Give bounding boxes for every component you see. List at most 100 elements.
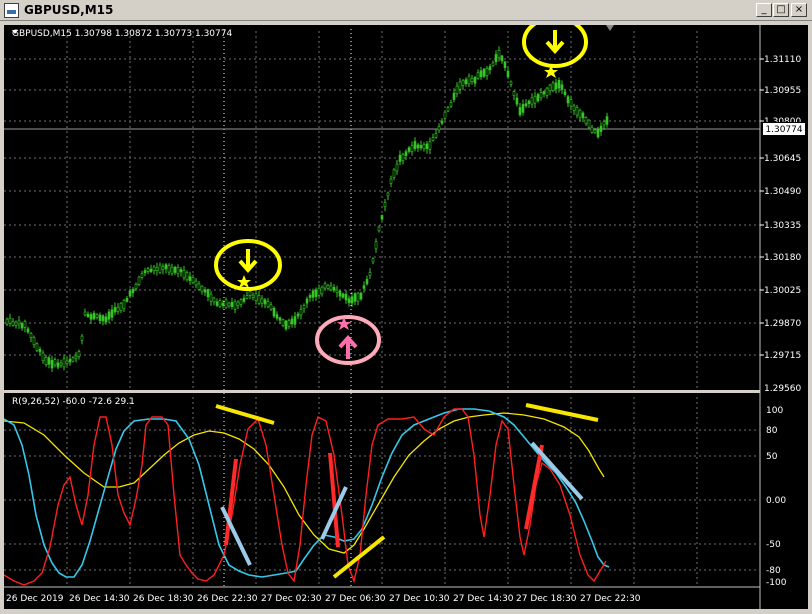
candle-body <box>140 273 144 278</box>
candle-body <box>299 309 303 316</box>
candle-body <box>563 91 567 95</box>
candle-body <box>371 258 375 263</box>
candle-body <box>494 54 498 63</box>
candle-body <box>431 137 435 141</box>
candle-body <box>17 320 21 325</box>
candle-body <box>326 285 330 289</box>
price-label: 1.29560 <box>764 384 801 394</box>
candle-body <box>35 343 39 351</box>
maximize-button[interactable]: □ <box>773 3 789 17</box>
candle-body <box>32 337 36 346</box>
candle-body <box>188 276 192 281</box>
candle-body <box>104 316 108 323</box>
signal-stroke <box>524 444 544 530</box>
candle-body <box>599 125 603 132</box>
candle-body <box>107 311 111 320</box>
candle-body <box>101 315 105 322</box>
candle-body <box>413 141 417 149</box>
indicator-label: 100 <box>766 406 783 416</box>
window-titlebar: GBPUSD,M15 _ □ × <box>0 0 812 21</box>
candle-body <box>407 147 411 152</box>
candle-body <box>566 96 570 104</box>
divergence-line <box>332 535 386 579</box>
candle-body <box>218 300 222 307</box>
candle-body <box>362 285 366 289</box>
chart-window-icon <box>4 3 19 18</box>
price-label: 1.30180 <box>764 253 801 263</box>
candle-body <box>251 294 255 298</box>
candle-body <box>473 77 477 84</box>
candle-body <box>50 359 54 369</box>
pane-separator[interactable] <box>4 390 760 393</box>
candle-body <box>203 289 207 293</box>
candle-body <box>500 55 504 62</box>
candle-body <box>113 307 117 313</box>
up-arrow-icon <box>338 334 358 359</box>
candle-body <box>434 133 438 138</box>
candle-body <box>467 75 471 85</box>
candle-body <box>248 291 252 296</box>
chart-header: GBPUSD,M15 1.30798 1.30872 1.30773 1.307… <box>12 29 232 39</box>
candle-body <box>74 355 78 359</box>
chart-shift-marker-icon[interactable] <box>606 25 614 31</box>
candle-body <box>437 125 441 131</box>
candle-body <box>23 321 27 328</box>
candle-body <box>92 312 96 320</box>
candle-body <box>71 357 75 362</box>
down-arrow-icon <box>238 249 258 274</box>
candle-body <box>65 360 69 365</box>
candle-body <box>587 119 591 128</box>
candle-body <box>512 91 516 96</box>
candle-body <box>464 79 468 85</box>
candle-body <box>230 301 234 307</box>
candle-body <box>38 349 42 353</box>
candle-body <box>335 289 339 293</box>
candle-body <box>524 103 528 107</box>
candle-body <box>461 80 465 86</box>
candle-body <box>503 61 507 68</box>
candle-body <box>161 266 165 270</box>
candle-body <box>95 314 99 318</box>
star-icon <box>237 275 251 288</box>
chart-canvas[interactable]: GBPUSD,M15 1.30798 1.30872 1.30773 1.307… <box>3 16 808 609</box>
candle-body <box>26 328 30 333</box>
candle-body <box>329 285 333 291</box>
candle-body <box>182 269 186 279</box>
candle-body <box>317 287 321 296</box>
close-button[interactable]: × <box>791 3 807 17</box>
candle-body <box>62 358 66 368</box>
candle-body <box>137 276 141 285</box>
candle-body <box>356 292 360 302</box>
candle-body <box>164 264 168 270</box>
time-label: 27 Dec 10:30 <box>389 594 450 604</box>
candle-body <box>314 289 318 297</box>
candle-body <box>254 293 258 301</box>
price-label: 1.30645 <box>764 154 801 164</box>
current-price-label: 1.30774 <box>762 122 806 136</box>
candle-body <box>272 307 276 317</box>
candle-body <box>77 351 81 357</box>
candle-body <box>578 109 582 118</box>
window-title: GBPUSD,M15 <box>24 3 114 17</box>
time-label: 26 Dec 14:30 <box>69 594 130 604</box>
candle-body <box>452 92 456 100</box>
candle-body <box>332 286 336 291</box>
candle-body <box>401 154 405 161</box>
candle-body <box>47 357 51 365</box>
candle-body <box>110 309 114 318</box>
candle-body <box>125 297 129 302</box>
candle-body <box>134 283 138 289</box>
candle-body <box>5 318 9 325</box>
candle-body <box>554 82 558 90</box>
minimize-button[interactable]: _ <box>756 3 772 17</box>
candle-body <box>143 270 147 274</box>
candle-body <box>287 320 291 327</box>
indicator-header: R(9,26,52) -60.0 -72.6 29.1 <box>12 397 135 407</box>
candle-body <box>209 293 213 302</box>
candle-body <box>350 296 354 304</box>
candle-body <box>86 313 90 318</box>
time-label: 27 Dec 06:30 <box>325 594 386 604</box>
candle-body <box>470 78 474 82</box>
candle-body <box>506 70 510 78</box>
candle-body <box>482 68 486 77</box>
